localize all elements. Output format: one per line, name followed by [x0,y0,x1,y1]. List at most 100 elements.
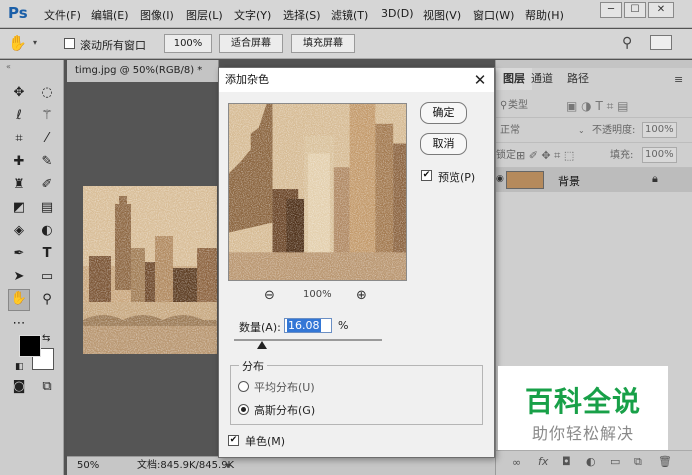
menu-type[interactable]: 文字(Y) [234,7,271,23]
rectangle-tool-icon[interactable]: ▭ [38,268,56,286]
monochromatic-label[interactable]: 单色(M) [245,433,285,449]
brush-tool-icon[interactable]: ✎ [38,153,56,171]
opacity-label: 不透明度: [592,125,636,136]
status-zoom[interactable]: 50% [77,457,99,475]
amount-input[interactable]: 16.08 [284,318,332,333]
status-menu-arrow-icon[interactable]: ▸ [227,457,232,475]
fill-input[interactable]: 100% [642,147,677,163]
screen-mode-icon[interactable]: ⧉ [38,378,56,396]
quick-mask-icon[interactable]: ◙ [10,378,28,396]
fit-screen-button[interactable]: 适合屏幕 [219,34,283,53]
tools-panel: « ✥ ◌ ℓ ⚚ ⌗ ⁄ ✚ ✎ ♜ ✐ ◩ ▤ ◈ ◐ ✒ T ➤ ▭ ✋ … [0,60,64,475]
noise-preview[interactable] [228,103,407,281]
adjustment-icon[interactable]: ◐ [586,455,596,468]
menu-3d[interactable]: 3D(D) [381,7,414,20]
opacity-input[interactable]: 100% [642,122,677,138]
search-icon[interactable]: ⚲ [622,35,632,51]
foreground-color-swatch[interactable] [19,335,41,357]
scroll-all-checkbox[interactable] [64,38,75,49]
layer-filter-row: ⚲ 类型 ▣ ◑ T ⌗ ▤ [496,94,692,118]
marquee-tool-icon[interactable]: ◌ [38,84,56,102]
group-folder-icon[interactable]: ▭ [610,455,620,468]
uniform-radio[interactable] [238,381,249,392]
zoom-100-button[interactable]: 100% [164,34,212,53]
menu-file[interactable]: 文件(F) [44,7,81,23]
swap-colors-icon[interactable]: ⇆ [42,333,50,344]
type-tool-icon[interactable]: T [38,245,56,263]
close-window-button[interactable]: ✕ [648,2,674,18]
menu-edit[interactable]: 编辑(E) [91,7,129,23]
menu-layer[interactable]: 图层(L) [186,7,223,23]
zoom-tool-icon[interactable]: ⚲ [38,291,56,309]
magic-wand-tool-icon[interactable]: ⚚ [38,107,56,125]
crop-tool-icon[interactable]: ⌗ [10,130,28,148]
ok-button[interactable]: 确定 [420,102,467,124]
options-bar: ✋ ▾ 滚动所有窗口 100% 适合屏幕 填充屏幕 ⚲ [0,29,692,59]
visibility-eye-icon[interactable]: ◉ [496,174,504,184]
minimize-button[interactable]: ─ [600,2,622,18]
tool-preset-chevron-icon[interactable]: ▾ [33,38,37,47]
amount-value: 16.08 [287,319,321,332]
preview-zoom-value: 100% [303,289,332,300]
dodge-tool-icon[interactable]: ◐ [38,222,56,240]
close-icon[interactable]: ✕ [471,71,489,89]
history-brush-tool-icon[interactable]: ✐ [38,176,56,194]
blur-tool-icon[interactable]: ◈ [10,222,28,240]
maximize-button[interactable]: ☐ [624,2,646,18]
default-colors-icon[interactable]: ◧ [15,362,24,372]
filter-icons[interactable]: ▣ ◑ T ⌗ ▤ [566,94,629,118]
menu-view[interactable]: 视图(V) [423,7,461,23]
scroll-all-label: 滚动所有窗口 [80,39,146,52]
dialog-title: 添加杂色 [219,68,494,92]
workspace-switcher-icon[interactable] [650,35,672,50]
amount-slider-thumb[interactable] [257,341,267,349]
lock-icons[interactable]: ⊞ ✐ ✥ ⌗ ⬚ [516,144,574,168]
gaussian-radio[interactable] [238,404,249,415]
pen-tool-icon[interactable]: ✒ [10,245,28,263]
gaussian-label[interactable]: 高斯分布(G) [254,402,315,418]
kind-filter-select[interactable]: 类型 [508,94,528,118]
menu-window[interactable]: 窗口(W) [473,7,514,23]
fill-screen-button[interactable]: 填充屏幕 [291,34,355,53]
layer-row-background[interactable]: ◉ 背景 🔒︎ [496,168,692,192]
layer-name[interactable]: 背景 [558,173,580,189]
path-selection-tool-icon[interactable]: ➤ [10,268,28,286]
menu-help[interactable]: 帮助(H) [525,7,564,23]
healing-brush-tool-icon[interactable]: ✚ [10,153,28,171]
watermark-title: 百科全说 [524,385,641,418]
tab-channels[interactable]: 通道 [524,68,560,90]
panel-menu-icon[interactable]: ≡ [674,73,683,86]
cancel-button[interactable]: 取消 [420,133,467,155]
fx-icon[interactable]: fx [538,455,548,468]
mask-icon[interactable]: ◘ [562,455,571,468]
zoom-in-icon[interactable]: ⊕ [356,288,367,303]
amount-unit: % [338,319,349,332]
clone-stamp-tool-icon[interactable]: ♜ [10,176,28,194]
document-image [83,186,217,354]
panel-footer: ∞ fx ◘ ◐ ▭ ⧉ 🗑︎ [496,450,692,475]
add-noise-dialog: 添加杂色 ✕ 确定 取消 ✔ 预览(P) ⊖ 100% ⊕ 数量(A): 16.… [218,67,495,458]
trash-icon[interactable]: 🗑︎ [658,455,672,468]
zoom-out-icon[interactable]: ⊖ [264,288,275,303]
move-tool-icon[interactable]: ✥ [10,84,28,102]
tab-paths[interactable]: 路径 [560,68,596,90]
uniform-label[interactable]: 平均分布(U) [254,379,315,395]
menu-filter[interactable]: 滤镜(T) [331,7,368,23]
menu-image[interactable]: 图像(I) [140,7,174,23]
lasso-tool-icon[interactable]: ℓ [10,107,28,125]
eyedropper-tool-icon[interactable]: ⁄ [38,130,56,148]
preview-checkbox[interactable]: ✔ [421,170,432,181]
monochromatic-checkbox[interactable]: ✔ [228,435,239,446]
gradient-tool-icon[interactable]: ▤ [38,199,56,217]
hand-tool-icon[interactable]: ✋ [8,289,30,311]
blend-mode-select[interactable]: 正常 [500,119,520,143]
link-layers-icon[interactable]: ∞ [512,456,521,469]
collapse-arrows-icon[interactable]: « [6,62,11,71]
kind-search-icon: ⚲ [500,100,508,111]
menu-select[interactable]: 选择(S) [283,7,321,23]
document-tab[interactable]: timg.jpg @ 50%(RGB/8) * [67,60,219,82]
new-layer-icon[interactable]: ⧉ [634,455,642,469]
hand-tool-icon[interactable]: ✋ [8,34,27,52]
eraser-tool-icon[interactable]: ◩ [10,199,28,217]
more-tools-icon[interactable]: ⋯ [10,315,28,333]
